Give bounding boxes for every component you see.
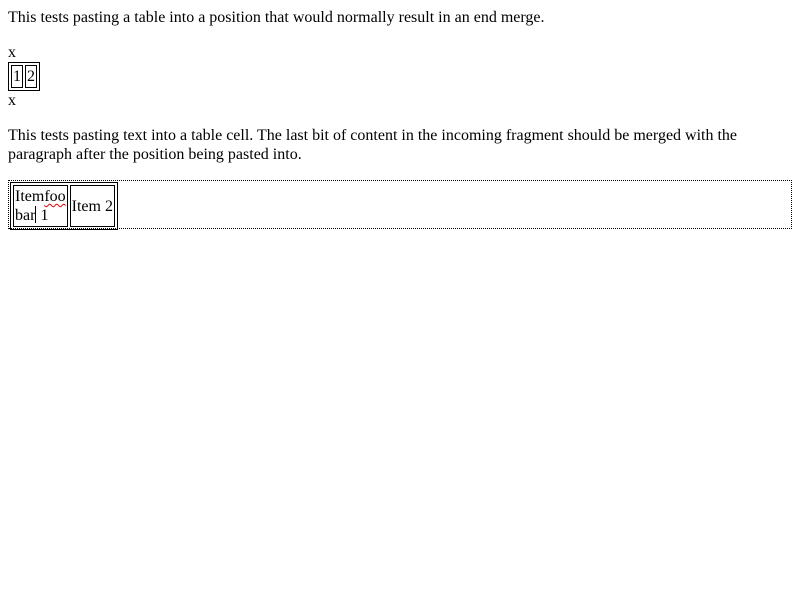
- item-cell-2[interactable]: Item 2: [69, 185, 115, 227]
- marker-bottom[interactable]: x: [8, 91, 792, 110]
- misspelled-word[interactable]: foo: [44, 188, 65, 205]
- table-cell-2[interactable]: 2: [25, 65, 37, 88]
- text-caret: [35, 206, 37, 223]
- test-document: This tests pasting a table into a positi…: [0, 0, 800, 230]
- table-row: Itemfoo bar 1 Item 2: [13, 185, 115, 227]
- item-cell-1[interactable]: Itemfoo bar 1: [13, 185, 68, 227]
- item-table[interactable]: Itemfoo bar 1 Item 2: [10, 182, 118, 230]
- table-cell-1[interactable]: 1: [11, 65, 23, 88]
- intro-paragraph: This tests pasting a table into a positi…: [8, 9, 545, 26]
- pasted-text: bar: [15, 207, 36, 224]
- second-paragraph: This tests pasting text into a table cel…: [8, 127, 738, 163]
- item-number-text: 1: [40, 207, 49, 224]
- item-prefix-text: Item: [15, 188, 45, 205]
- editable-region[interactable]: Itemfoo bar 1 Item 2: [8, 180, 792, 230]
- marker-top[interactable]: x: [8, 43, 792, 62]
- table-row: 1 2: [11, 65, 37, 88]
- pasted-table[interactable]: 1 2: [8, 62, 40, 91]
